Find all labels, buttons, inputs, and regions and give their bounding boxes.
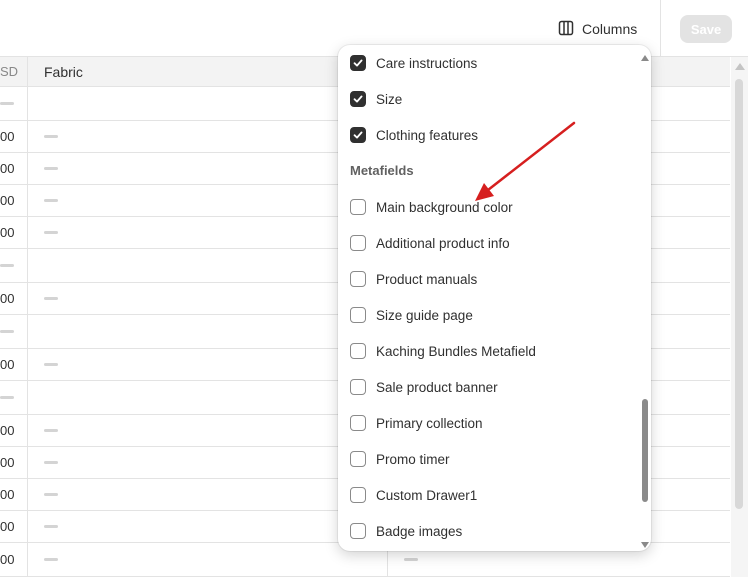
column-option-size[interactable]: Size bbox=[350, 87, 630, 111]
fabric-empty-dash bbox=[44, 429, 58, 432]
column-option-label: Badge images bbox=[376, 523, 463, 539]
column-option-label: Size bbox=[376, 91, 403, 107]
checkbox-unchecked[interactable] bbox=[350, 199, 366, 215]
fabric-empty-dash bbox=[44, 135, 58, 138]
column-option-badge-images[interactable]: Badge images bbox=[350, 519, 630, 543]
fabric-empty-dash bbox=[44, 231, 58, 234]
checkbox-unchecked[interactable] bbox=[350, 235, 366, 251]
checkbox-unchecked[interactable] bbox=[350, 379, 366, 395]
table-scrollbar[interactable] bbox=[731, 57, 748, 577]
price-empty-dash bbox=[0, 330, 14, 333]
checkbox-unchecked[interactable] bbox=[350, 451, 366, 467]
checkmark-icon bbox=[352, 57, 364, 69]
column-option-label: Custom Drawer1 bbox=[376, 487, 478, 503]
price-cell: 00 bbox=[0, 455, 15, 470]
column-option-label: Care instructions bbox=[376, 55, 478, 71]
column-option-product-manuals[interactable]: Product manuals bbox=[350, 267, 630, 291]
checkbox-unchecked[interactable] bbox=[350, 415, 366, 431]
fabric-empty-dash bbox=[44, 167, 58, 170]
price-empty-dash bbox=[0, 396, 14, 399]
checkbox-checked[interactable] bbox=[350, 91, 366, 107]
checkbox-checked[interactable] bbox=[350, 127, 366, 143]
column-option-label: Product manuals bbox=[376, 271, 478, 287]
column-option-label: Main background color bbox=[376, 199, 513, 215]
price-cell: 00 bbox=[0, 225, 15, 240]
cell-empty-dash bbox=[404, 558, 418, 561]
price-cell: 00 bbox=[0, 161, 15, 176]
checkbox-unchecked[interactable] bbox=[350, 523, 366, 539]
price-cell: 00 bbox=[0, 552, 15, 567]
checkmark-icon bbox=[352, 129, 364, 141]
dropdown-scrollbar-thumb[interactable] bbox=[642, 399, 648, 502]
column-option-custom-drawer1[interactable]: Custom Drawer1 bbox=[350, 483, 630, 507]
column-option-promo-timer[interactable]: Promo timer bbox=[350, 447, 630, 471]
price-cell: 00 bbox=[0, 129, 15, 144]
scroll-up-arrow-icon[interactable] bbox=[735, 63, 745, 70]
column-option-label: Size guide page bbox=[376, 307, 473, 323]
column-option-label: Additional product info bbox=[376, 235, 510, 251]
fabric-empty-dash bbox=[44, 199, 58, 202]
checkbox-unchecked[interactable] bbox=[350, 307, 366, 323]
dropdown-scrollbar[interactable] bbox=[640, 45, 651, 551]
fabric-empty-dash bbox=[44, 297, 58, 300]
column-option-kaching-bundles-metafield[interactable]: Kaching Bundles Metafield bbox=[350, 339, 630, 363]
scrollbar-thumb[interactable] bbox=[735, 79, 743, 509]
checkbox-unchecked[interactable] bbox=[350, 343, 366, 359]
scroll-down-arrow-icon[interactable] bbox=[641, 542, 649, 548]
checkmark-icon bbox=[352, 93, 364, 105]
fabric-empty-dash bbox=[44, 493, 58, 496]
column-option-label: Primary collection bbox=[376, 415, 483, 431]
fabric-empty-dash bbox=[44, 461, 58, 464]
columns-dropdown: Care instructions Size Clothing features M… bbox=[338, 45, 651, 551]
price-cell: 00 bbox=[0, 423, 15, 438]
checkbox-unchecked[interactable] bbox=[350, 271, 366, 287]
fabric-empty-dash bbox=[44, 363, 58, 366]
metafields-section-label: Metafields bbox=[350, 163, 414, 178]
column-option-care-instructions[interactable]: Care instructions bbox=[350, 51, 630, 75]
column-option-main-background-color[interactable]: Main background color bbox=[350, 195, 630, 219]
toolbar-divider bbox=[660, 0, 661, 57]
price-cell: 00 bbox=[0, 193, 15, 208]
column-option-label: Clothing features bbox=[376, 127, 479, 143]
column-option-label: Kaching Bundles Metafield bbox=[376, 343, 536, 359]
checkbox-unchecked[interactable] bbox=[350, 487, 366, 503]
column-option-primary-collection[interactable]: Primary collection bbox=[350, 411, 630, 435]
price-column-header[interactable]: SD bbox=[0, 64, 18, 79]
price-cell: 00 bbox=[0, 487, 15, 502]
column-option-additional-product-info[interactable]: Additional product info bbox=[350, 231, 630, 255]
save-button[interactable]: Save bbox=[680, 15, 732, 43]
column-option-sale-product-banner[interactable]: Sale product banner bbox=[350, 375, 630, 399]
column-option-label: Promo timer bbox=[376, 451, 450, 467]
column-option-label: Sale product banner bbox=[376, 379, 498, 395]
columns-button[interactable]: Columns bbox=[550, 10, 650, 48]
scroll-up-arrow-icon[interactable] bbox=[641, 55, 649, 61]
checkbox-checked[interactable] bbox=[350, 55, 366, 71]
price-empty-dash bbox=[0, 264, 14, 267]
price-empty-dash bbox=[0, 102, 14, 105]
column-option-size-guide-page[interactable]: Size guide page bbox=[350, 303, 630, 327]
price-cell: 00 bbox=[0, 519, 15, 534]
price-cell: 00 bbox=[0, 357, 15, 372]
columns-button-label: Columns bbox=[582, 21, 638, 37]
columns-icon bbox=[558, 20, 574, 39]
fabric-empty-dash bbox=[44, 558, 58, 561]
fabric-column-header[interactable]: Fabric bbox=[44, 64, 83, 80]
fabric-empty-dash bbox=[44, 525, 58, 528]
price-cell: 00 bbox=[0, 291, 15, 306]
column-option-clothing-features[interactable]: Clothing features bbox=[350, 123, 630, 147]
